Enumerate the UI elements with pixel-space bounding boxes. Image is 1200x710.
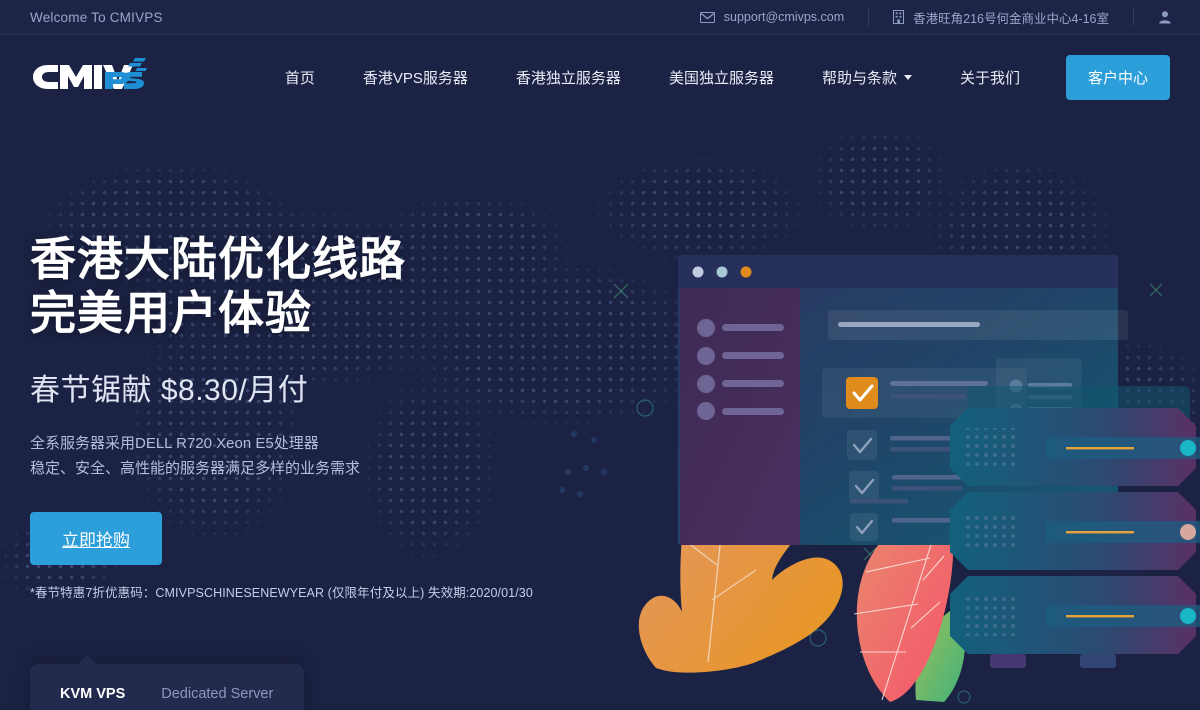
user-icon	[1158, 10, 1172, 24]
tab-dedicated-server[interactable]: Dedicated Server	[161, 686, 273, 702]
support-email[interactable]: support@cmivps.com	[676, 8, 870, 26]
hero-title: 香港大陆优化线路 完美用户体验	[30, 232, 533, 341]
window-dot-3	[740, 266, 752, 278]
mail-icon	[699, 11, 715, 23]
hero-description: 全系服务器采用DELL R720 Xeon E5处理器 稳定、安全、高性能的服务…	[30, 431, 533, 483]
server-unit-2	[950, 492, 1200, 570]
hero-illustration	[560, 200, 1200, 710]
server-unit-1	[950, 408, 1200, 486]
cmivps-logo[interactable]	[30, 57, 150, 97]
nav-item-hk-dedicated[interactable]: 香港独立服务器	[492, 67, 645, 88]
tab-kvm-vps[interactable]: KVM VPS	[60, 686, 125, 702]
product-tabs-panel: KVM VPS Dedicated Server	[30, 655, 304, 710]
nav-item-label: 香港独立服务器	[515, 69, 621, 87]
office-address-text: 香港旺角216号何金商业中心4-16室	[913, 11, 1109, 26]
nav-item-about-us[interactable]: 关于我们	[936, 67, 1044, 88]
welcome-text: Welcome To CMIVPS	[30, 9, 163, 25]
nav-item-hk-vps[interactable]: 香港VPS服务器	[339, 67, 492, 88]
decor-dots	[560, 431, 607, 497]
server-unit-3	[950, 576, 1200, 654]
server-rack-illustration	[950, 386, 1200, 668]
page-root: Welcome To CMIVPS support@cmivps.com 香港旺…	[0, 0, 1200, 710]
chevron-down-icon	[903, 74, 912, 80]
nav-item-label: 帮助与条款	[821, 69, 897, 87]
hero-title-line2: 完美用户体验	[30, 287, 312, 340]
checked-checkbox-icon	[846, 377, 878, 409]
hero-title-line1: 香港大陆优化线路	[30, 233, 406, 285]
hero-section: 香港大陆优化线路 完美用户体验 春节锯献 $8.30/月付 全系服务器采用DEL…	[30, 232, 533, 601]
hero-price: 春节锯献 $8.30/月付	[30, 373, 309, 407]
client-center-button[interactable]: 客户中心	[1065, 54, 1170, 100]
promo-code-text: *春节特惠7折优惠码：CMIVPSCHINESENEWYEAR (仅限年付及以上…	[30, 586, 533, 601]
buy-now-button[interactable]: 立即抢购	[30, 512, 162, 566]
status-led-teal	[1180, 440, 1196, 456]
nav-item-help-terms[interactable]: 帮助与条款	[798, 67, 936, 88]
nav-item-us-dedicated[interactable]: 美国独立服务器	[645, 67, 798, 88]
window-dot-1	[692, 266, 704, 278]
nav-item-label: 美国独立服务器	[668, 69, 774, 87]
top-utility-bar: Welcome To CMIVPS support@cmivps.com 香港旺…	[0, 0, 1200, 35]
nav-links: 首页 香港VPS服务器 香港独立服务器 美国独立服务器 帮助与条款 关于我们 客…	[261, 54, 1200, 100]
building-icon	[893, 10, 905, 24]
nav-item-label: 首页	[284, 69, 315, 87]
support-email-text: support@cmivps.com	[723, 10, 845, 24]
nav-item-home[interactable]: 首页	[261, 67, 339, 88]
office-address: 香港旺角216号何金商业中心4-16室	[869, 8, 1134, 26]
status-led-teal-2	[1180, 608, 1196, 624]
hero-desc-line1: 全系服务器采用DELL R720 Xeon E5处理器	[30, 434, 319, 452]
status-led-pink	[1180, 524, 1196, 540]
window-dot-2	[716, 266, 728, 278]
nav-item-label: 关于我们	[959, 69, 1020, 87]
hero-desc-line2: 稳定、安全、高性能的服务器满足多样的业务需求	[30, 460, 361, 478]
topbar-right-group: support@cmivps.com 香港旺角216号何金商业中心4-16室	[676, 0, 1200, 34]
account-link[interactable]	[1134, 8, 1200, 26]
nav-item-label: 香港VPS服务器	[362, 69, 468, 87]
main-navigation-bar: 首页 香港VPS服务器 香港独立服务器 美国独立服务器 帮助与条款 关于我们 客…	[0, 35, 1200, 119]
